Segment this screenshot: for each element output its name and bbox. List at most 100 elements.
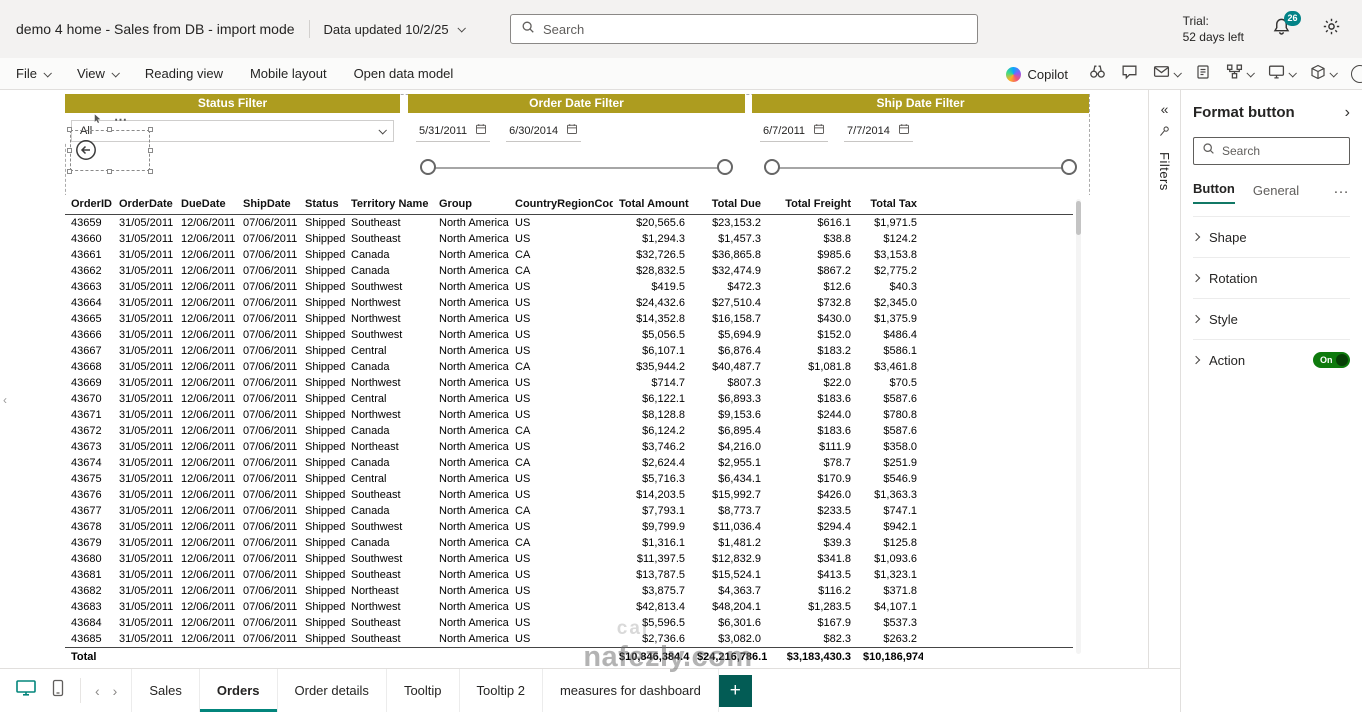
table-row[interactable]: 43660 31/05/2011 12/06/2011 07/06/2011 Shipp… <box>65 231 1073 247</box>
column-header[interactable]: DueDate <box>175 195 237 215</box>
page-tab-order-details[interactable]: Order details <box>278 669 387 712</box>
page-tab-sales[interactable]: Sales <box>131 669 200 712</box>
notifications-button[interactable]: 26 <box>1268 11 1301 42</box>
column-header[interactable]: Territory Name <box>345 195 433 215</box>
menu-item-reading-view[interactable]: Reading view <box>145 66 223 81</box>
comments-button[interactable] <box>1121 63 1138 85</box>
table-row[interactable]: 43681 31/05/2011 12/06/2011 07/06/2011 Shipp… <box>65 567 1073 583</box>
format-search[interactable] <box>1193 137 1350 165</box>
table-row[interactable]: 43674 31/05/2011 12/06/2011 07/06/2011 Shipp… <box>65 455 1073 471</box>
profile-icon[interactable] <box>1351 65 1362 83</box>
format-section-shape[interactable]: Shape <box>1191 216 1350 257</box>
back-button-visual[interactable]: ⋯ <box>67 112 153 174</box>
page-tab-tooltip-2[interactable]: Tooltip 2 <box>460 669 543 712</box>
table-row[interactable]: 43663 31/05/2011 12/06/2011 07/06/2011 Shipp… <box>65 279 1073 295</box>
column-header[interactable]: OrderID <box>65 195 113 215</box>
collapse-left-pane-icon[interactable]: ‹ <box>0 382 10 418</box>
slider-handle-end[interactable] <box>717 159 733 175</box>
ship-date-start-input[interactable]: 6/7/2011 <box>760 121 829 142</box>
notes-button[interactable] <box>1195 64 1211 85</box>
menu-item-mobile-layout[interactable]: Mobile layout <box>250 66 327 81</box>
column-header[interactable]: Total Freight <box>767 195 857 215</box>
column-header[interactable]: ShipDate <box>237 195 299 215</box>
slider-handle-end[interactable] <box>1061 159 1077 175</box>
column-header[interactable]: Group <box>433 195 509 215</box>
lineage-button[interactable] <box>1226 63 1255 85</box>
resize-handle[interactable] <box>148 147 153 153</box>
table-row[interactable]: 43672 31/05/2011 12/06/2011 07/06/2011 Shipp… <box>65 423 1073 439</box>
table-row[interactable]: 43662 31/05/2011 12/06/2011 07/06/2011 Shipp… <box>65 263 1073 279</box>
copilot-button[interactable]: Copilot <box>1005 66 1068 82</box>
table-row[interactable]: 43659 31/05/2011 12/06/2011 07/06/2011 Shipp… <box>65 215 1073 232</box>
table-scrollbar[interactable] <box>1076 199 1081 654</box>
table-row[interactable]: 43667 31/05/2011 12/06/2011 07/06/2011 Shipp… <box>65 343 1073 359</box>
back-arrow-icon[interactable] <box>72 136 100 164</box>
web-view-icon[interactable] <box>16 679 36 702</box>
table-row[interactable]: 43683 31/05/2011 12/06/2011 07/06/2011 Shipp… <box>65 599 1073 615</box>
action-toggle[interactable]: On <box>1313 352 1350 368</box>
table-row[interactable]: 43678 31/05/2011 12/06/2011 07/06/2011 Shipp… <box>65 519 1073 535</box>
format-tab-general[interactable]: General <box>1253 183 1299 204</box>
slider-handle-start[interactable] <box>420 159 436 175</box>
table-row[interactable]: 43664 31/05/2011 12/06/2011 07/06/2011 Shipp… <box>65 295 1073 311</box>
table-row[interactable]: 43668 31/05/2011 12/06/2011 07/06/2011 Shipp… <box>65 359 1073 375</box>
present-button[interactable] <box>1268 63 1297 85</box>
order-date-end-input[interactable]: 6/30/2014 <box>506 121 582 142</box>
menu-item-file[interactable]: File <box>16 66 52 81</box>
column-header[interactable]: Total Due <box>691 195 767 215</box>
page-tab-tooltip[interactable]: Tooltip <box>387 669 460 712</box>
resize-handle[interactable] <box>148 169 153 174</box>
ship-date-end-input[interactable]: 7/7/2014 <box>844 121 913 142</box>
data-updated-dropdown[interactable]: Data updated 10/2/25 <box>324 22 466 37</box>
next-page-icon[interactable]: › <box>113 683 118 699</box>
table-row[interactable]: 43680 31/05/2011 12/06/2011 07/06/2011 Shipp… <box>65 551 1073 567</box>
page-tab-orders[interactable]: Orders <box>199 669 278 712</box>
page-tab-measures-for-dashboard[interactable]: measures for dashboard <box>543 669 719 712</box>
more-options-icon[interactable]: ⋯ <box>114 112 128 128</box>
order-date-start-input[interactable]: 5/31/2011 <box>416 121 491 142</box>
menu-item-view[interactable]: View <box>77 66 120 81</box>
resize-handle[interactable] <box>148 127 153 132</box>
format-search-input[interactable] <box>1222 144 1341 158</box>
more-options-icon[interactable]: … <box>1333 180 1350 204</box>
column-header[interactable]: OrderDate <box>113 195 175 215</box>
menu-item-open-data-model[interactable]: Open data model <box>354 66 454 81</box>
column-header[interactable]: Status <box>299 195 345 215</box>
table-row[interactable]: 43679 31/05/2011 12/06/2011 07/06/2011 Shipp… <box>65 535 1073 551</box>
resize-handle[interactable] <box>67 127 72 132</box>
column-header[interactable]: CountryRegionCode <box>509 195 613 215</box>
expand-pane-icon[interactable]: « <box>1161 102 1169 116</box>
add-page-button[interactable]: + <box>718 675 752 707</box>
pointer-icon[interactable] <box>92 111 103 129</box>
slider-handle-start[interactable] <box>764 159 780 175</box>
column-header[interactable]: Total Amount <box>613 195 691 215</box>
previous-page-icon[interactable]: ‹ <box>95 683 100 699</box>
explore-button[interactable] <box>1089 63 1106 85</box>
table-row[interactable]: 43669 31/05/2011 12/06/2011 07/06/2011 Shipp… <box>65 375 1073 391</box>
column-header[interactable]: Total Tax <box>857 195 923 215</box>
global-search[interactable] <box>510 14 978 44</box>
table-row[interactable]: 43666 31/05/2011 12/06/2011 07/06/2011 Shipp… <box>65 327 1073 343</box>
table-row[interactable]: 43671 31/05/2011 12/06/2011 07/06/2011 Shipp… <box>65 407 1073 423</box>
format-section-style[interactable]: Style <box>1191 298 1350 339</box>
collapse-pane-icon[interactable]: › <box>1345 104 1350 121</box>
format-tab-button[interactable]: Button <box>1193 181 1235 204</box>
format-section-action[interactable]: Action On <box>1191 339 1350 380</box>
table-row[interactable]: 43685 31/05/2011 12/06/2011 07/06/2011 Shipp… <box>65 631 1073 648</box>
subscribe-button[interactable] <box>1153 63 1182 85</box>
resize-handle[interactable] <box>107 169 112 174</box>
table-row[interactable]: 43665 31/05/2011 12/06/2011 07/06/2011 Shipp… <box>65 311 1073 327</box>
table-row[interactable]: 43684 31/05/2011 12/06/2011 07/06/2011 Shipp… <box>65 615 1073 631</box>
table-row[interactable]: 43661 31/05/2011 12/06/2011 07/06/2011 Shipp… <box>65 247 1073 263</box>
embed-button[interactable] <box>1310 64 1338 85</box>
table-row[interactable]: 43676 31/05/2011 12/06/2011 07/06/2011 Shipp… <box>65 487 1073 503</box>
scrollbar-thumb[interactable] <box>1076 201 1081 235</box>
table-row[interactable]: 43670 31/05/2011 12/06/2011 07/06/2011 Shipp… <box>65 391 1073 407</box>
mobile-view-icon[interactable] <box>52 679 64 702</box>
resize-handle[interactable] <box>67 169 72 174</box>
table-row[interactable]: 43673 31/05/2011 12/06/2011 07/06/2011 Shipp… <box>65 439 1073 455</box>
settings-button[interactable] <box>1318 16 1344 42</box>
pin-icon[interactable] <box>1158 125 1171 143</box>
table-row[interactable]: 43675 31/05/2011 12/06/2011 07/06/2011 Shipp… <box>65 471 1073 487</box>
format-section-rotation[interactable]: Rotation <box>1191 257 1350 298</box>
